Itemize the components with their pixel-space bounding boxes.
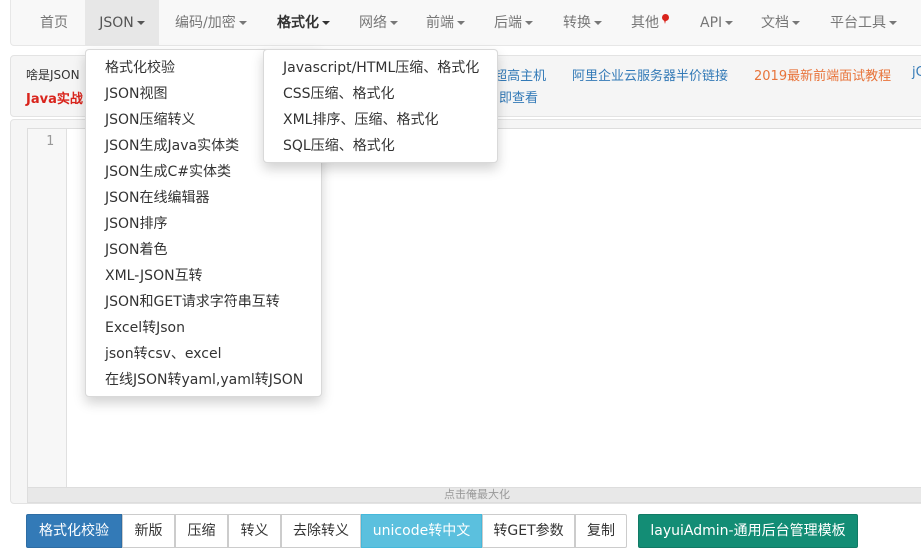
menu-item-js-html-format[interactable]: Javascript/HTML压缩、格式化 (264, 55, 479, 81)
nav-home[interactable]: 首页 (40, 0, 68, 46)
chevron-down-icon (238, 21, 247, 25)
unicode-to-chinese-button[interactable]: unicode转中文 (361, 514, 482, 548)
format-validate-button[interactable]: 格式化校验 (26, 514, 122, 548)
nav-backend[interactable]: 后端 (494, 0, 533, 46)
menu-item-json-sort[interactable]: JSON排序 (86, 211, 168, 237)
nav-other[interactable]: 其他 (631, 0, 659, 46)
menu-item-json-compress-escape[interactable]: JSON压缩转义 (86, 107, 196, 133)
menu-item-json-to-csv[interactable]: json转csv、excel (86, 341, 222, 367)
compress-button[interactable]: 压缩 (175, 514, 228, 548)
nav-api-label: API (700, 15, 723, 31)
menu-item-css-format[interactable]: CSS压缩、格式化 (264, 81, 395, 107)
menu-item-json-to-csharp[interactable]: JSON生成C#实体类 (86, 159, 231, 185)
escape-button[interactable]: 转义 (228, 514, 281, 548)
chevron-down-icon (322, 21, 330, 25)
nav-json[interactable]: JSON (85, 0, 159, 46)
nav-docs[interactable]: 文档 (761, 0, 800, 46)
menu-item-json-online-editor[interactable]: JSON在线编辑器 (86, 185, 210, 211)
nav-json-label: JSON (99, 15, 134, 31)
top-navbar: 首页 JSON 编码/加密 格式化 网络 前端 后端 转换 其他 API 文档 … (10, 0, 921, 46)
menu-item-json-get-string[interactable]: JSON和GET请求字符串互转 (86, 289, 280, 315)
nav-api[interactable]: API (700, 0, 734, 46)
line-number-gutter: 1 (28, 129, 67, 487)
chevron-down-icon (457, 21, 465, 25)
nav-frontend-label: 前端 (426, 15, 454, 31)
chevron-down-icon (594, 21, 602, 25)
copy-button[interactable]: 复制 (575, 514, 627, 548)
chevron-down-icon (725, 21, 734, 25)
nav-encoding[interactable]: 编码/加密 (175, 0, 247, 46)
menu-item-excel-to-json[interactable]: Excel转Json (86, 315, 185, 341)
format-dropdown-menu: Javascript/HTML压缩、格式化 CSS压缩、格式化 XML排序、压缩… (263, 49, 498, 163)
menu-item-json-to-java[interactable]: JSON生成Java实体类 (86, 133, 239, 159)
notice-link-aliyun[interactable]: 阿里企业云服务器半价链接 (572, 65, 728, 84)
nav-platform-tools-label: 平台工具 (830, 15, 886, 31)
nav-convert-label: 转换 (563, 15, 591, 31)
menu-item-xml-json[interactable]: XML-JSON互转 (86, 263, 203, 289)
layuiadmin-template-button[interactable]: layuiAdmin-通用后台管理模板 (638, 514, 858, 548)
chevron-down-icon (525, 21, 533, 25)
notice-red-link[interactable]: Java实战 (26, 88, 83, 107)
notice-prefix[interactable]: 啥是JSON (26, 66, 80, 83)
nav-backend-label: 后端 (494, 15, 522, 31)
nav-network-label: 网络 (359, 15, 387, 31)
unescape-button[interactable]: 去除转义 (281, 514, 361, 548)
nav-other-label: 其他 (631, 15, 659, 31)
notice-link-interview[interactable]: 2019最新前端面试教程 (754, 65, 891, 84)
nav-format-label: 格式化 (277, 15, 319, 31)
menu-item-json-yaml[interactable]: 在线JSON转yaml,yaml转JSON (86, 367, 303, 393)
chevron-down-icon (136, 21, 145, 25)
chevron-down-icon (390, 21, 398, 25)
nav-docs-label: 文档 (761, 15, 789, 31)
chevron-down-icon (792, 21, 800, 25)
notice-link-view[interactable]: 即查看 (499, 87, 538, 106)
nav-platform-tools[interactable]: 平台工具 (830, 0, 897, 46)
pin-icon (662, 14, 669, 24)
menu-item-json-view[interactable]: JSON视图 (86, 81, 168, 107)
menu-item-xml-format[interactable]: XML排序、压缩、格式化 (264, 107, 438, 133)
nav-encoding-label: 编码/加密 (175, 15, 236, 31)
chevron-down-icon (889, 21, 897, 25)
line-number: 1 (46, 134, 54, 149)
nav-convert[interactable]: 转换 (563, 0, 602, 46)
notice-link-more[interactable]: jC (912, 65, 921, 80)
nav-network[interactable]: 网络 (359, 0, 398, 46)
menu-item-format-validate[interactable]: 格式化校验 (86, 55, 175, 81)
maximize-bar[interactable]: 点击俺最大化 (27, 488, 921, 503)
to-get-params-button[interactable]: 转GET参数 (482, 514, 575, 548)
menu-item-json-color[interactable]: JSON着色 (86, 237, 168, 263)
nav-format[interactable]: 格式化 (277, 0, 330, 46)
menu-item-sql-format[interactable]: SQL压缩、格式化 (264, 133, 395, 159)
nav-frontend[interactable]: 前端 (426, 0, 465, 46)
new-version-button[interactable]: 新版 (122, 514, 175, 548)
